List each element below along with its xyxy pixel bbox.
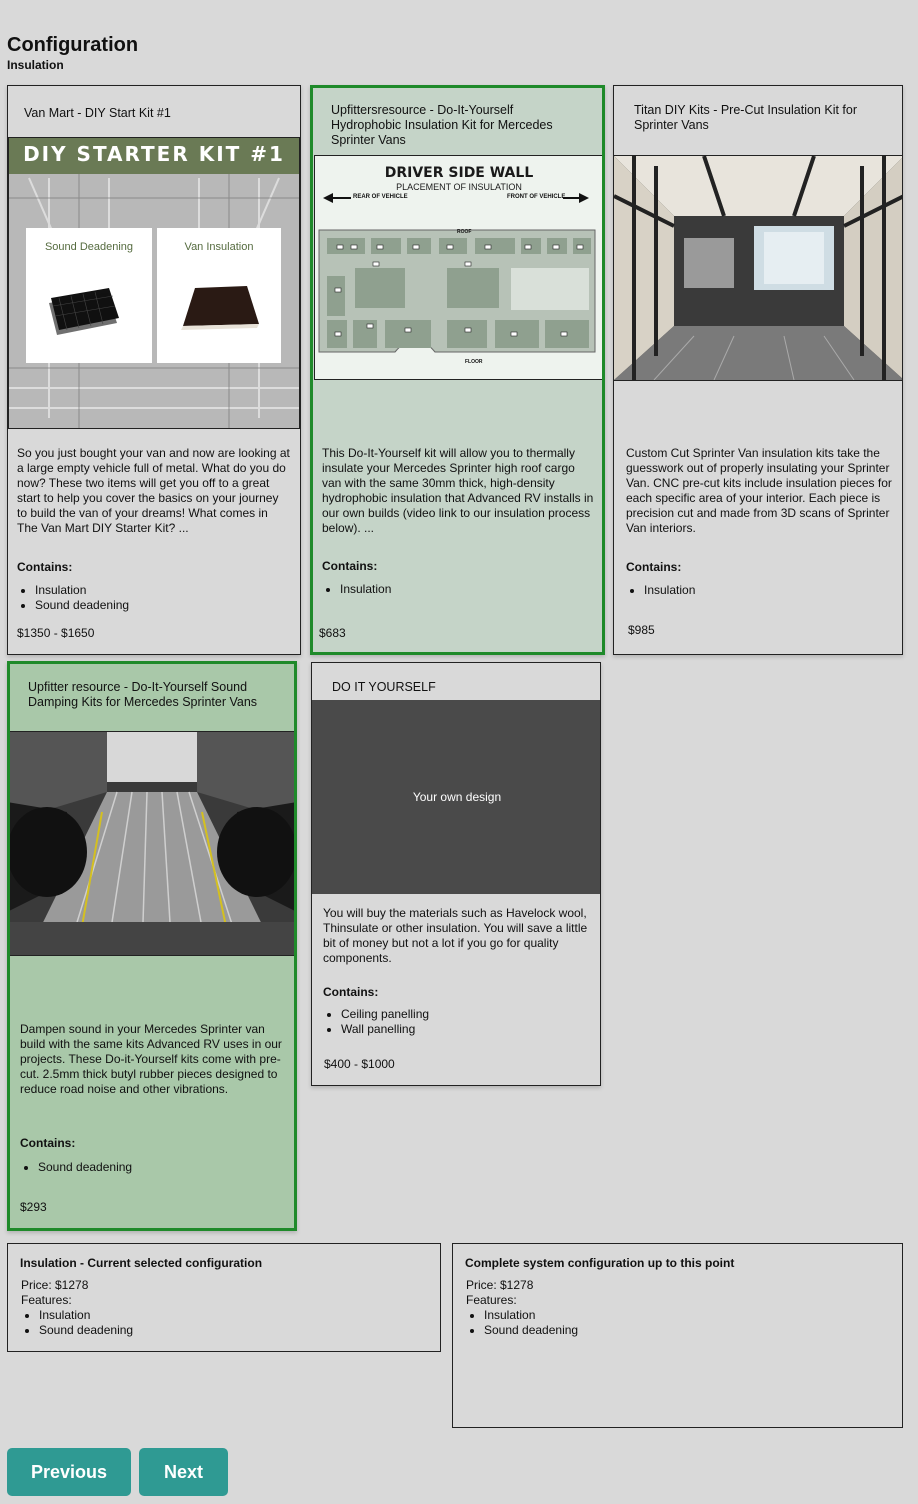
summary-title: Insulation - Current selected configurat… — [20, 1256, 263, 1270]
list-item: Insulation — [484, 1308, 578, 1323]
list-item: Insulation — [35, 583, 129, 598]
diagram-front-label: FRONT OF VEHICLE — [507, 194, 566, 200]
van-interior-graphic — [9, 138, 299, 428]
product-image-starter-kit: DIY STARTER KIT #1 Sound Deadening Van I… — [8, 137, 300, 429]
list-item: Sound deadening — [39, 1323, 133, 1338]
option-card-van-mart[interactable]: Van Mart - DIY Start Kit #1 DIY STARTER … — [7, 85, 301, 655]
contains-label: Contains: — [20, 1136, 76, 1150]
card-price: $683 — [319, 626, 346, 640]
contains-list: Sound deadening — [20, 1160, 132, 1175]
contains-label: Contains: — [323, 985, 379, 999]
next-button[interactable]: Next — [139, 1448, 228, 1496]
card-description: This Do-It-Yourself kit will allow you t… — [322, 446, 594, 535]
list-item: Insulation — [644, 583, 695, 598]
summary-features-list: Insulation Sound deadening — [466, 1308, 578, 1338]
card-description: So you just bought your van and now are … — [17, 446, 290, 535]
card-description: Dampen sound in your Mercedes Sprinter v… — [20, 1022, 282, 1096]
complete-configuration-summary: Complete system configuration up to this… — [452, 1243, 903, 1428]
previous-button[interactable]: Previous — [7, 1448, 131, 1496]
card-price: $400 - $1000 — [324, 1057, 395, 1071]
contains-label: Contains: — [17, 560, 73, 574]
option-card-upfitters-insulation[interactable]: Upfittersresource - Do-It-Yourself Hydro… — [310, 85, 605, 655]
card-description: Custom Cut Sprinter Van insulation kits … — [626, 446, 892, 535]
product-image-van-floor — [10, 731, 294, 956]
summary-features-label: Features: — [466, 1293, 517, 1307]
image-banner-text: DIY STARTER KIT #1 — [23, 142, 285, 166]
contains-list: Insulation — [322, 582, 391, 597]
list-item: Wall panelling — [341, 1022, 429, 1037]
list-item: Sound deadening — [38, 1160, 132, 1175]
contains-list: Ceiling panelling Wall panelling — [323, 1007, 429, 1037]
summary-price: Price: $1278 — [466, 1278, 534, 1292]
summary-features-label: Features: — [21, 1293, 72, 1307]
card-title: Van Mart - DIY Start Kit #1 — [24, 106, 171, 120]
current-configuration-summary: Insulation - Current selected configurat… — [7, 1243, 441, 1352]
insulation-placement-diagram: DRIVER SIDE WALL PLACEMENT OF INSULATION… — [314, 155, 602, 380]
image-label-sound-deadening: Sound Deadening — [44, 241, 134, 253]
card-description: You will buy the materials such as Havel… — [323, 906, 588, 965]
diagram-roof-label: ROOF — [457, 229, 472, 235]
diagram-rear-label: REAR OF VEHICLE — [353, 194, 408, 200]
list-item: Sound deadening — [35, 598, 129, 613]
card-price: $293 — [20, 1200, 47, 1214]
diagram-subheading: PLACEMENT OF INSULATION — [396, 182, 522, 192]
page-title: Configuration — [7, 34, 139, 56]
list-item: Ceiling panelling — [341, 1007, 429, 1022]
card-title: DO IT YOURSELF — [332, 680, 436, 694]
contains-list: Insulation Sound deadening — [17, 583, 129, 613]
card-title: Upfitter resource - Do-It-Yourself Sound… — [28, 680, 258, 709]
image-label-van-insulation: Van Insulation — [184, 241, 254, 253]
diagram-heading: DRIVER SIDE WALL — [384, 165, 534, 181]
list-item: Insulation — [340, 582, 391, 597]
card-price: $1350 - $1650 — [17, 626, 95, 640]
card-title: Upfittersresource - Do-It-Yourself Hydro… — [331, 103, 553, 147]
option-card-do-it-yourself[interactable]: DO IT YOURSELF Your own design You will … — [311, 662, 601, 1086]
placeholder-text: Your own design — [412, 790, 502, 804]
contains-list: Insulation — [626, 583, 695, 598]
contains-label: Contains: — [322, 559, 378, 573]
custom-design-placeholder: Your own design — [312, 700, 600, 894]
page-subtitle: Insulation — [7, 58, 64, 72]
summary-features-list: Insulation Sound deadening — [21, 1308, 133, 1338]
list-item: Insulation — [39, 1308, 133, 1323]
list-item: Sound deadening — [484, 1323, 578, 1338]
option-card-upfitter-sound-damping[interactable]: Upfitter resource - Do-It-Yourself Sound… — [7, 661, 297, 1231]
contains-label: Contains: — [626, 560, 682, 574]
summary-title: Complete system configuration up to this… — [465, 1256, 735, 1270]
summary-price: Price: $1278 — [21, 1278, 89, 1292]
diagram-floor-label: FLOOR — [465, 359, 483, 365]
option-card-titan[interactable]: Titan DIY Kits - Pre-Cut Insulation Kit … — [613, 85, 903, 655]
card-price: $985 — [628, 623, 655, 637]
card-title: Titan DIY Kits - Pre-Cut Insulation Kit … — [634, 103, 857, 132]
product-image-van-interior — [614, 155, 902, 381]
